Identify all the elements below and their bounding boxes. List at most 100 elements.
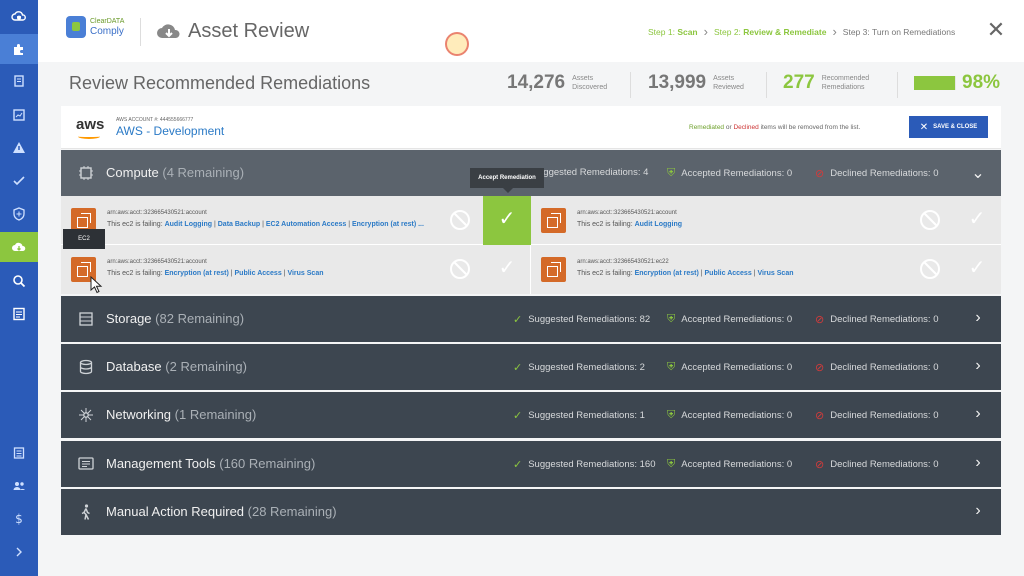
account-bar: aws AWS ACCOUNT #: 444555666777 AWS - De…: [61, 106, 1001, 149]
cloud-download-icon[interactable]: [0, 232, 38, 262]
category-networking[interactable]: Networking (1 Remaining) ✓ Suggested Reme…: [61, 392, 1001, 438]
storage-icon: [79, 312, 93, 326]
decline-icon[interactable]: [920, 259, 940, 279]
warning-icon[interactable]: [0, 133, 38, 163]
accepted-count: ⛨ Accepted Remediations: 0: [667, 313, 793, 325]
chevron-right-icon[interactable]: ›: [969, 309, 987, 327]
ec2-instance-icon[interactable]: [541, 208, 566, 233]
top-header: ClearDATA Comply Asset Review Step 1: Sc…: [38, 0, 1024, 62]
category-management-tools[interactable]: Management Tools (160 Remaining) ✓ Sugges…: [61, 441, 1001, 487]
cloud-shield-icon[interactable]: [0, 2, 38, 32]
shield-plus-icon[interactable]: [0, 199, 38, 229]
decline-icon[interactable]: [450, 259, 470, 279]
shield-check-icon: ⛨: [667, 167, 676, 179]
stat-divider: [630, 72, 631, 98]
accept-check-icon[interactable]: ✓: [964, 206, 990, 232]
expand-chevron-icon[interactable]: [0, 537, 38, 567]
accept-check-icon[interactable]: ✓: [494, 255, 520, 281]
account-number: AWS ACCOUNT #: 444555666777: [116, 117, 194, 123]
network-icon: [79, 408, 93, 422]
ban-icon: ⊘: [815, 362, 825, 374]
ban-icon: ⊘: [815, 459, 825, 471]
accept-button-active[interactable]: ✓: [483, 196, 531, 245]
header-divider: [140, 18, 141, 46]
shield-check-icon: ⛨: [667, 313, 676, 325]
accepted-count: ⛨ Accepted Remediations: 0: [667, 167, 793, 179]
removal-note: Remediated or Declined items will be rem…: [689, 124, 861, 131]
check-icon: ✓: [513, 410, 523, 422]
clipboard-icon[interactable]: [0, 66, 38, 96]
category-database[interactable]: Database (2 Remaining) ✓ Suggested Remedi…: [61, 344, 1001, 390]
cloud-download-icon: [157, 24, 180, 38]
accept-check-icon[interactable]: ✓: [964, 255, 990, 281]
resource-arn: arn:aws:acct::323665430521:account: [107, 259, 207, 265]
suggested-count: uggested Remediations: 4: [538, 167, 649, 178]
step-scan[interactable]: Step 1: Scan: [648, 27, 698, 37]
suggested-count: ✓ Suggested Remediations: 82: [513, 314, 651, 326]
brand-line2: Comply: [90, 26, 124, 37]
svg-text:$: $: [15, 512, 23, 526]
category-title: Compute (4 Remaining): [106, 165, 245, 180]
review-progress-bar: [914, 76, 956, 90]
save-close-button[interactable]: ✕ SAVE & CLOSE: [909, 116, 988, 138]
app-title: Asset Review: [188, 20, 310, 42]
category-manual-action[interactable]: Manual Action Required (28 Remaining) ›: [61, 489, 1001, 535]
category-title: Manual Action Required (28 Remaining): [106, 504, 337, 519]
check-icon[interactable]: [0, 166, 38, 196]
close-icon[interactable]: ✕: [986, 18, 1006, 42]
accepted-count: ⛨ Accepted Remediations: 0: [667, 458, 793, 470]
category-title: Storage (82 Remaining): [106, 311, 245, 326]
chevron-right-icon[interactable]: ›: [969, 454, 987, 472]
compute-resources: arn:aws:acct::323665430521:account This …: [61, 196, 1001, 294]
ban-icon: ⊘: [815, 314, 825, 326]
document-icon[interactable]: [0, 299, 38, 329]
category-storage[interactable]: Storage (82 Remaining) ✓ Suggested Remedi…: [61, 296, 1001, 342]
database-icon: [79, 359, 93, 375]
sidebar: $: [0, 0, 38, 576]
chevron-right-icon[interactable]: ›: [969, 357, 987, 375]
close-icon: ✕: [919, 121, 929, 133]
chevron-right-icon[interactable]: ›: [969, 502, 987, 520]
decline-icon[interactable]: [450, 210, 470, 230]
resource-arn: arn:aws:acct::323665430521:account: [107, 210, 207, 216]
progress-fill: [914, 76, 956, 90]
chip-icon: [79, 166, 93, 180]
step-turn-on[interactable]: Step 3: Turn on Remediations: [843, 27, 955, 37]
ban-icon: ⊘: [815, 168, 825, 180]
aws-smile-icon: [78, 134, 100, 139]
page-title: Review Recommended Remediations: [69, 73, 371, 93]
aws-logo: aws: [76, 116, 105, 133]
chevron-right-icon[interactable]: ›: [969, 405, 987, 423]
report-icon[interactable]: [0, 100, 38, 130]
check-icon: ✓: [513, 459, 523, 471]
shield-check-icon: ⛨: [667, 361, 676, 373]
stat-recommended: 277 Recommended Remediations: [783, 72, 870, 93]
decline-icon[interactable]: [920, 210, 940, 230]
step-review[interactable]: Step 2: Review & Remediate: [714, 27, 826, 37]
stat-divider: [766, 72, 767, 98]
account-name[interactable]: AWS - Development: [116, 124, 224, 138]
resource-arn: arn:aws:acct::323665430521:account: [577, 210, 677, 216]
resource-item: arn:aws:acct::323665430521:account This …: [531, 196, 1001, 245]
users-icon[interactable]: [0, 471, 38, 501]
stat-discovered: 14,276 Assets Discovered: [507, 72, 608, 93]
declined-count: ⊘ Declined Remediations: 0: [815, 410, 939, 422]
ban-icon: ⊘: [815, 410, 825, 422]
ec2-instance-icon[interactable]: [541, 257, 566, 282]
check-icon: ✓: [513, 362, 523, 374]
dollar-icon[interactable]: $: [0, 504, 38, 534]
search-icon[interactable]: [0, 266, 38, 296]
shield-check-icon: ⛨: [667, 409, 676, 421]
suggested-count: ✓ Suggested Remediations: 2: [513, 362, 645, 374]
list-icon[interactable]: [0, 438, 38, 468]
click-indicator: [445, 32, 469, 56]
stat-reviewed: 13,999 Assets Reviewed: [648, 72, 744, 93]
mouse-pointer-icon: [90, 276, 103, 294]
resource-item: arn:aws:acct::323665430521:ec22 This ec2…: [531, 245, 1001, 294]
chevron-down-icon[interactable]: ⌄: [969, 163, 987, 182]
resource-failing: This ec2 is failing: Encryption (at rest…: [577, 270, 794, 277]
puzzle-icon[interactable]: [0, 34, 38, 64]
stat-divider: [897, 72, 898, 98]
declined-count: ⊘ Declined Remediations: 0: [815, 459, 939, 471]
wizard-steps: Step 1: Scan › Step 2: Review & Remediat…: [648, 24, 955, 39]
